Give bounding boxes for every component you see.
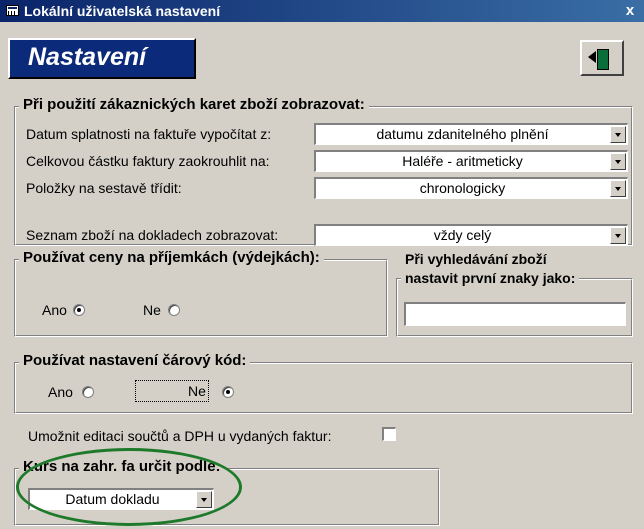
prices-yes-radio[interactable] bbox=[73, 304, 85, 316]
prices-legend: Používat ceny na příjemkách (výdejkách): bbox=[19, 249, 324, 266]
exit-button[interactable] bbox=[580, 40, 624, 76]
prices-group bbox=[14, 259, 388, 337]
barcode-yes-label: Ano bbox=[48, 384, 73, 400]
due-date-select[interactable]: datumu zdanitelného plnění bbox=[314, 123, 628, 145]
search-legend-line1: Při vyhledávání zboží bbox=[401, 251, 551, 267]
prices-no-radio[interactable] bbox=[168, 304, 180, 316]
form-icon bbox=[6, 5, 19, 16]
chevron-down-icon[interactable] bbox=[610, 180, 626, 197]
goods-list-label: Seznam zboží na dokladech zobrazovat: bbox=[26, 227, 279, 243]
chevron-down-icon[interactable] bbox=[610, 227, 626, 244]
chevron-down-icon[interactable] bbox=[610, 126, 626, 143]
page-title: Nastavení bbox=[28, 43, 147, 71]
sort-items-label: Položky na sestavě třídit: bbox=[26, 180, 182, 196]
window-title: Lokální uživatelská nastavení bbox=[24, 3, 221, 19]
chevron-down-icon[interactable] bbox=[610, 153, 626, 170]
prices-no-label: Ne bbox=[143, 302, 161, 318]
barcode-no-radio[interactable] bbox=[222, 386, 234, 398]
rounding-value: Haléře - aritmeticky bbox=[402, 153, 523, 169]
edit-totals-label: Umožnit editaci součtů a DPH u vydaných … bbox=[28, 428, 332, 444]
prices-yes-label: Ano bbox=[42, 302, 67, 318]
goods-list-value: vždy celý bbox=[433, 227, 492, 243]
highlight-ellipse bbox=[16, 448, 242, 526]
sort-items-select[interactable]: chronologicky bbox=[314, 177, 628, 199]
due-date-value: datumu zdanitelného plnění bbox=[376, 126, 549, 142]
rounding-select[interactable]: Haléře - aritmeticky bbox=[314, 150, 628, 172]
barcode-legend: Používat nastavení čárový kód: bbox=[19, 352, 251, 369]
barcode-group bbox=[14, 362, 633, 414]
customer-cards-legend: Při použití zákaznických karet zboží zob… bbox=[19, 96, 369, 113]
due-date-label: Datum splatnosti na faktuře vypočítat z: bbox=[26, 126, 272, 142]
exit-arrow-icon bbox=[588, 51, 596, 63]
barcode-no-label: Ne bbox=[188, 383, 206, 399]
goods-list-select[interactable]: vždy celý bbox=[314, 224, 628, 246]
edit-totals-checkbox[interactable] bbox=[382, 427, 396, 441]
rounding-label: Celkovou částku faktury zaokrouhlit na: bbox=[26, 153, 270, 169]
close-button[interactable]: x bbox=[620, 3, 640, 19]
sort-items-value: chronologicky bbox=[419, 180, 506, 196]
search-legend-line2: nastavit první znaky jako: bbox=[401, 270, 580, 286]
barcode-yes-radio[interactable] bbox=[82, 386, 94, 398]
search-prefix-input[interactable] bbox=[404, 302, 626, 326]
exit-door-icon bbox=[597, 49, 609, 70]
